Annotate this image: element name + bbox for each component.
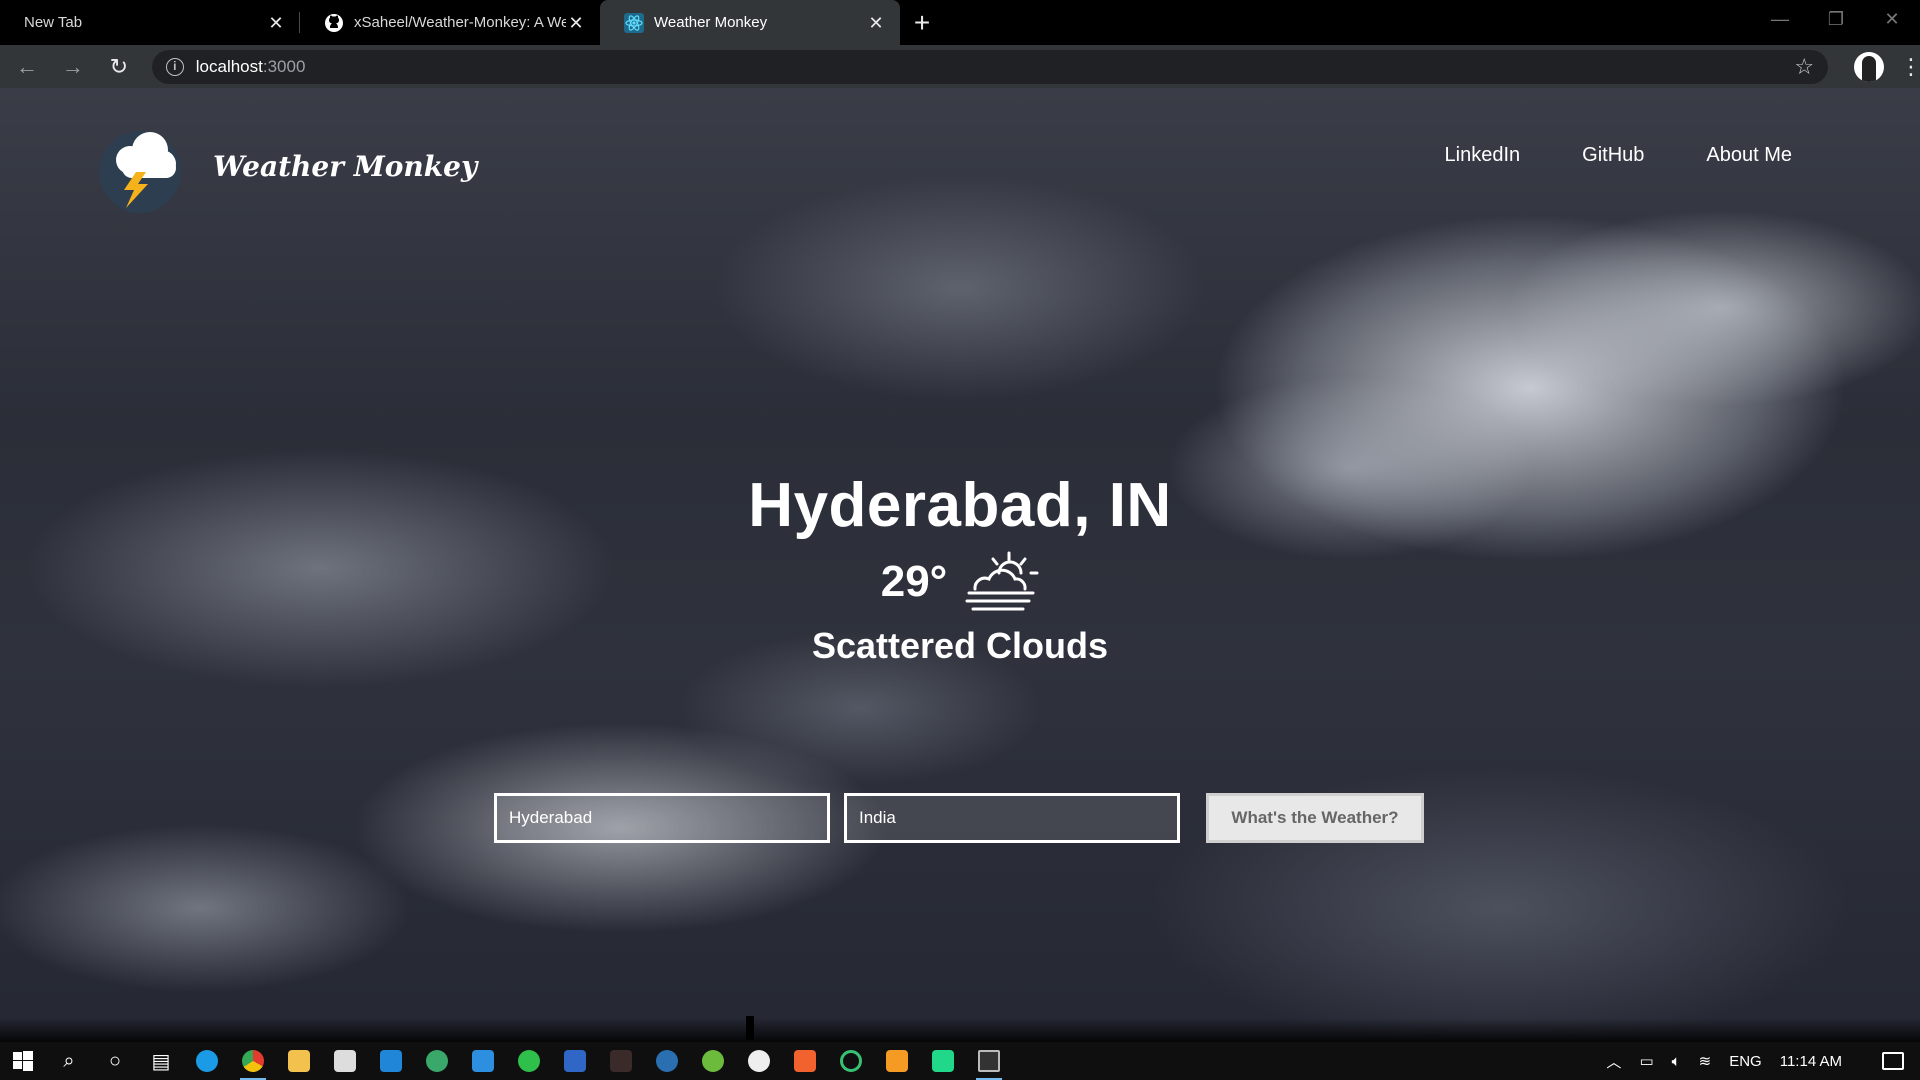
- windows-taskbar: ⌕ ○ ▤ ︿ ▭ 🔈︎ ≋ ENG 11:14 AM: [0, 1042, 1920, 1080]
- browser-toolbar: ← → ↻ i localhost:3000 ☆ ⋮: [0, 45, 1920, 88]
- horizon-silhouette: [0, 1018, 1920, 1042]
- tab-new-tab[interactable]: New Tab ✕: [0, 0, 300, 45]
- utorrent-icon[interactable]: [690, 1042, 736, 1080]
- volume-icon[interactable]: 🔈︎: [1672, 1053, 1681, 1070]
- weather-display: Hyderabad, IN 29° Scattered Clouds: [0, 470, 1920, 667]
- partly-cloudy-sun-icon: [965, 551, 1039, 611]
- app-logo-icon: [99, 131, 181, 213]
- back-icon[interactable]: ←: [8, 48, 46, 86]
- location-heading: Hyderabad, IN: [748, 471, 1172, 540]
- get-weather-button[interactable]: What's the Weather?: [1206, 793, 1424, 843]
- weather-description: Scattered Clouds: [811, 625, 1109, 666]
- brave-icon[interactable]: [782, 1042, 828, 1080]
- gitkraken-icon[interactable]: [414, 1042, 460, 1080]
- windows-start-icon[interactable]: [0, 1042, 46, 1080]
- weather-search-form: What's the Weather?: [494, 793, 1424, 843]
- tab-github[interactable]: xSaheel/Weather-Monkey: A We ✕: [300, 0, 600, 45]
- github-icon: [324, 13, 344, 33]
- weather-app-page: Weather Monkey LinkedIn GitHub About Me …: [0, 88, 1920, 1042]
- close-icon[interactable]: ✕: [866, 13, 886, 33]
- nav-github[interactable]: GitHub: [1582, 144, 1644, 167]
- app-brand-title: Weather Monkey: [213, 150, 478, 183]
- url-host: localhost: [195, 56, 263, 76]
- snipping-icon[interactable]: [552, 1042, 598, 1080]
- restore-icon[interactable]: ❐: [1808, 0, 1864, 38]
- browser-tab-strip: New Tab ✕ xSaheel/Weather-Monkey: A We ✕…: [0, 0, 1920, 45]
- new-tab-button[interactable]: +: [900, 0, 944, 45]
- nav-about-me[interactable]: About Me: [1706, 144, 1792, 167]
- menu-kebab-icon[interactable]: ⋮: [1900, 54, 1920, 80]
- forward-icon[interactable]: →: [54, 48, 92, 86]
- sublime-icon[interactable]: [874, 1042, 920, 1080]
- store-icon[interactable]: [322, 1042, 368, 1080]
- pycharm-icon[interactable]: [920, 1042, 966, 1080]
- close-icon[interactable]: ✕: [266, 13, 286, 33]
- close-window-icon[interactable]: ✕: [1864, 0, 1920, 38]
- clock[interactable]: 11:14 AM: [1780, 1053, 1842, 1070]
- nav-linkedin[interactable]: LinkedIn: [1445, 144, 1521, 167]
- tab-title: New Tab: [24, 14, 83, 31]
- cortana-icon[interactable]: ○: [92, 1042, 138, 1080]
- tab-title: xSaheel/Weather-Monkey: A We: [354, 14, 566, 31]
- wifi-icon[interactable]: ≋: [1699, 1052, 1712, 1070]
- address-bar[interactable]: i localhost:3000 ☆: [151, 49, 1829, 84]
- react-icon: [624, 12, 644, 33]
- close-icon[interactable]: ✕: [566, 13, 586, 33]
- file-explorer-icon[interactable]: [276, 1042, 322, 1080]
- site-info-icon[interactable]: i: [165, 57, 184, 76]
- minimize-icon[interactable]: —: [1752, 0, 1808, 38]
- system-tray: ︿ ▭ 🔈︎ ≋ ENG 11:14 AM: [1606, 1051, 1920, 1072]
- top-nav: LinkedIn GitHub About Me: [1445, 144, 1792, 167]
- terminal-icon[interactable]: [966, 1042, 1012, 1080]
- reload-icon[interactable]: ↻: [100, 48, 138, 86]
- tab-title: Weather Monkey: [654, 14, 768, 31]
- country-input[interactable]: [844, 793, 1180, 843]
- vscode-icon[interactable]: [460, 1042, 506, 1080]
- profile-avatar[interactable]: [1854, 51, 1885, 82]
- city-input[interactable]: [494, 793, 830, 843]
- window-controls: — ❐ ✕: [1752, 0, 1920, 38]
- task-view-icon[interactable]: ▤: [138, 1042, 184, 1080]
- tab-weather-monkey[interactable]: Weather Monkey ✕: [600, 0, 900, 45]
- bookmark-star-icon[interactable]: ☆: [1794, 54, 1814, 80]
- mail-icon[interactable]: [368, 1042, 414, 1080]
- chrome-icon[interactable]: [230, 1042, 276, 1080]
- chimney-silhouette: [746, 1016, 754, 1040]
- chevron-up-icon[interactable]: ︿: [1606, 1051, 1621, 1072]
- url-port: :3000: [262, 56, 306, 76]
- temperature-row: 29°: [0, 551, 1920, 613]
- whatsapp-icon[interactable]: [506, 1042, 552, 1080]
- refresh-icon[interactable]: [828, 1042, 874, 1080]
- language-indicator[interactable]: ENG: [1729, 1053, 1762, 1070]
- search-icon[interactable]: ⌕: [46, 1042, 92, 1080]
- edge-icon[interactable]: [184, 1042, 230, 1080]
- unity-icon[interactable]: [736, 1042, 782, 1080]
- notification-icon[interactable]: [1882, 1052, 1904, 1070]
- steam-icon[interactable]: [644, 1042, 690, 1080]
- battery-icon[interactable]: ▭: [1639, 1052, 1653, 1070]
- game-icon[interactable]: [598, 1042, 644, 1080]
- temperature-value: 29°: [880, 557, 948, 606]
